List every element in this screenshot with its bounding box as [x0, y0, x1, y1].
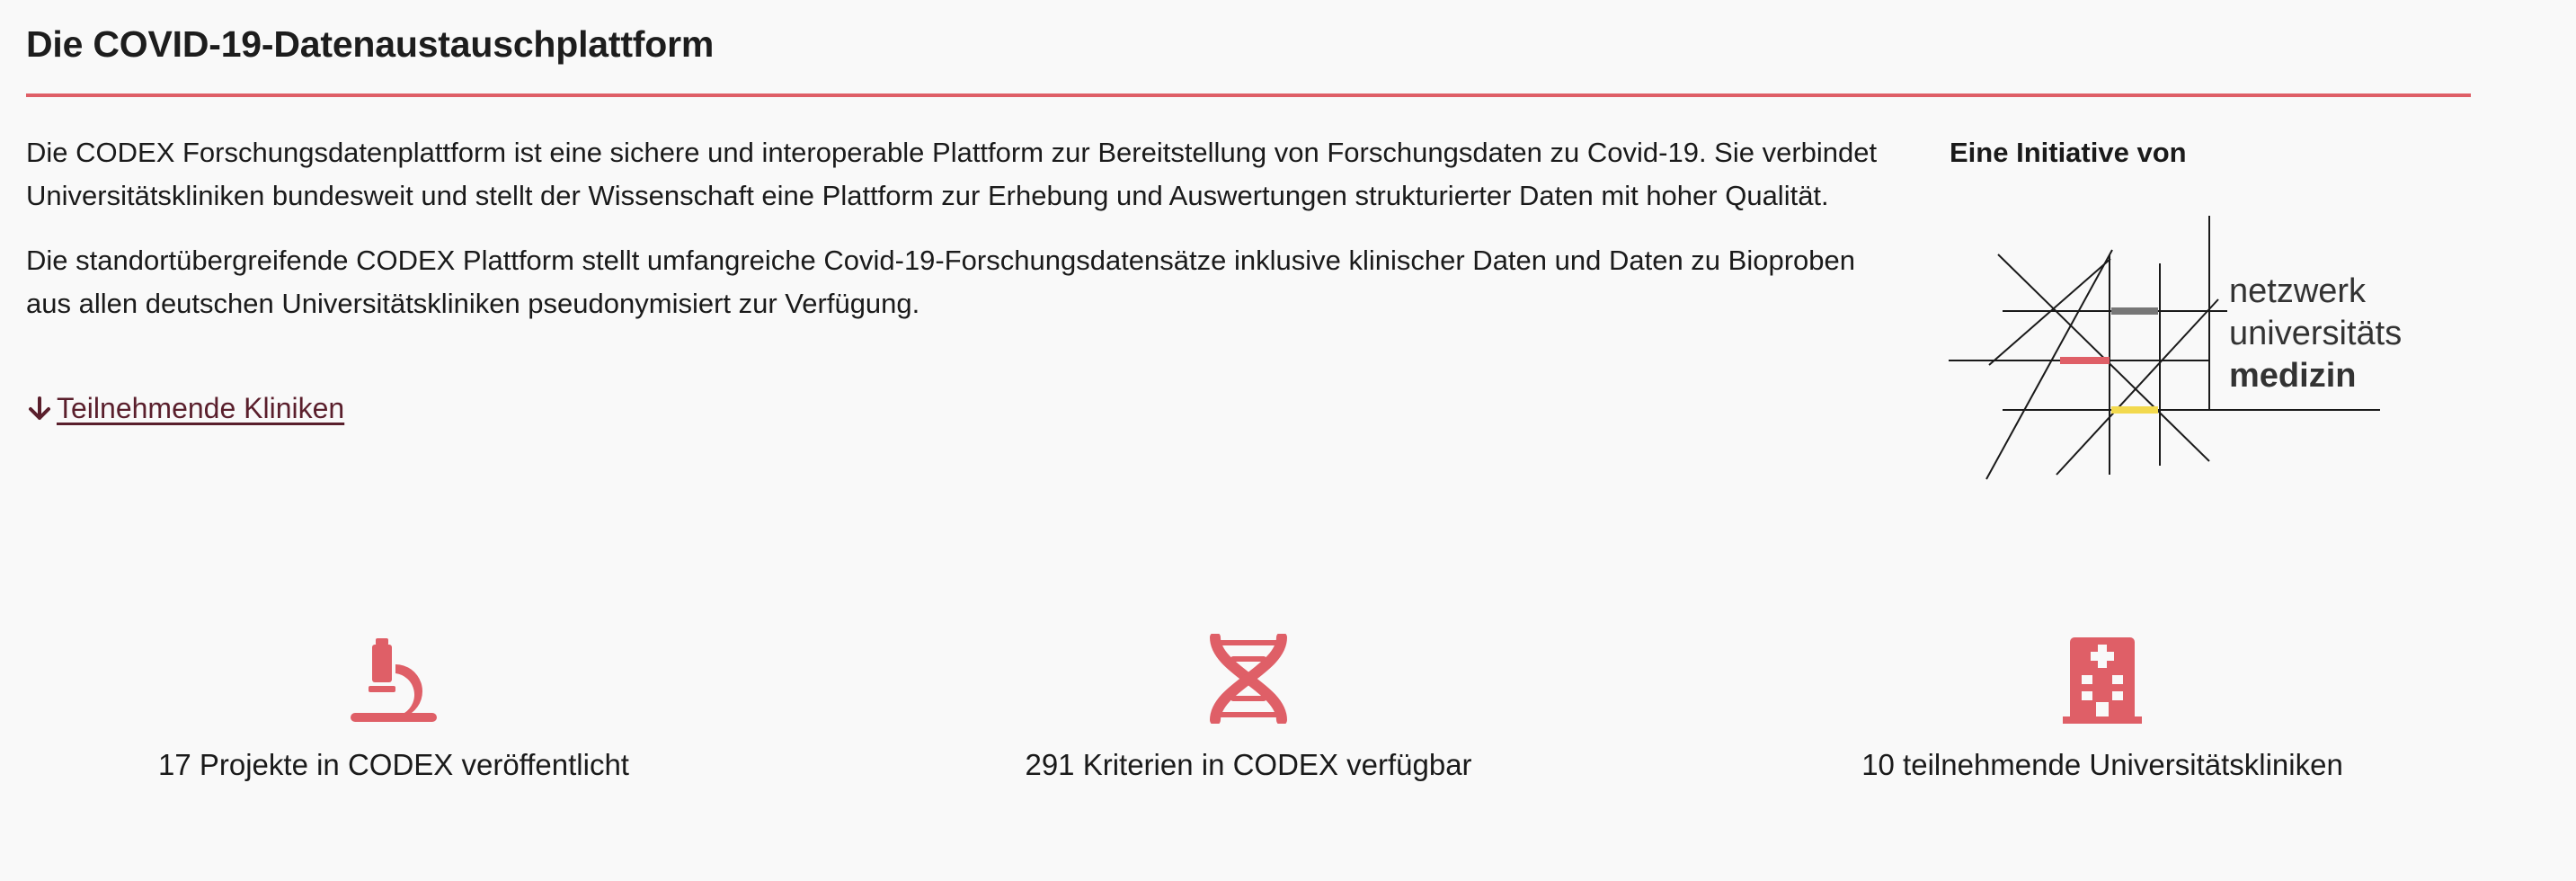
dna-icon [1210, 634, 1287, 724]
hospital-icon [2063, 637, 2142, 724]
stat-projects: 17 Projekte in CODEX veröffentlicht [79, 629, 708, 782]
intro-paragraph-2: Die standortübergreifende CODEX Plattfor… [26, 245, 1855, 319]
microscope-icon [351, 638, 437, 722]
intro-section: Die CODEX Forschungsdatenplattform ist e… [26, 131, 1878, 347]
stat-clinics: 10 teilnehmende Universitätskliniken [1788, 629, 2417, 782]
intro-paragraph-1: Die CODEX Forschungsdatenplattform ist e… [26, 137, 1878, 211]
page-title: Die COVID-19-Datenaustauschplattform [26, 23, 715, 65]
participating-clinics-link[interactable]: Teilnehmende Kliniken [26, 392, 344, 425]
stat-clinics-text: 10 teilnehmende Universitätskliniken [1861, 748, 2343, 781]
page: Die COVID-19-Datenaustauschplattform Die… [0, 0, 2576, 881]
stat-criteria-text: 291 Kriterien in CODEX verfügbar [1025, 748, 1472, 781]
participating-clinics-link-label: Teilnehmende Kliniken [57, 392, 345, 424]
title-divider [26, 93, 2471, 97]
netzwerk-universitaetsmedizin-logo: netzwerk universitäts medizin [1949, 216, 2402, 480]
arrow-down-icon [29, 396, 50, 420]
stat-projects-text: 17 Projekte in CODEX veröffentlicht [158, 748, 629, 781]
logo-line-2: universitäts [2229, 315, 2402, 352]
logo-line-3: medizin [2229, 357, 2356, 395]
stat-criteria: 291 Kriterien in CODEX verfügbar [934, 629, 1563, 782]
logo-line-1: netzwerk [2229, 272, 2367, 310]
initiative-label: Eine Initiative von [1950, 137, 2187, 168]
